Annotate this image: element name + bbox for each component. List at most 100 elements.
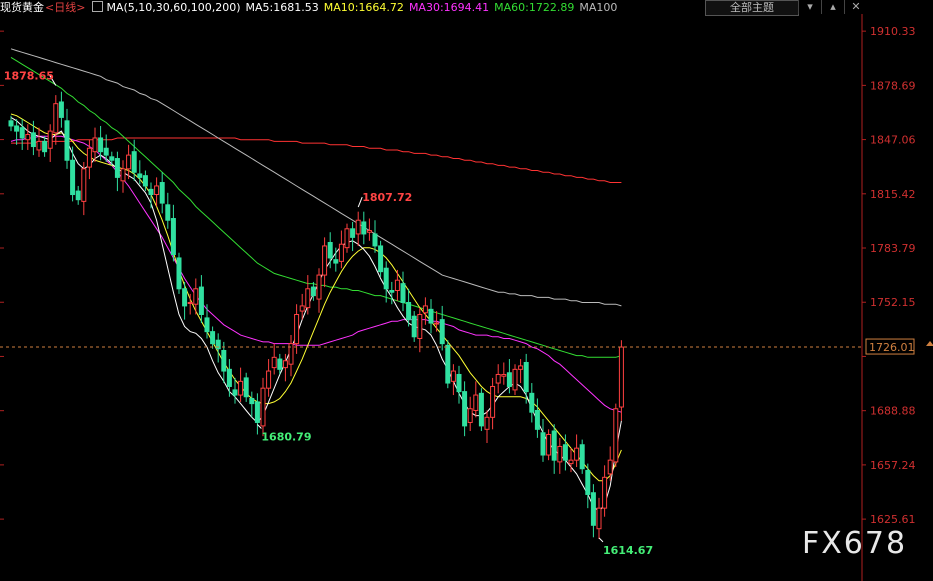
candle-up xyxy=(512,368,518,391)
candle-down xyxy=(445,344,451,384)
annotation-label: 1878.65 xyxy=(4,69,54,82)
candle-up xyxy=(322,245,328,276)
candle-down xyxy=(310,286,316,297)
candle-down xyxy=(176,257,182,290)
y-tick-label: 1752.15 xyxy=(870,296,916,309)
y-tick-label: 1625.61 xyxy=(870,513,916,526)
price-axis: 1910.33 1878.69 1847.06 1815.42 1783.79 1752.… xyxy=(0,25,933,526)
candle-up xyxy=(53,103,59,134)
candlestick-chart[interactable]: 1878.65 1807.72 1680.79 1614.67 1910.33 1878… xyxy=(0,0,933,581)
candle-down xyxy=(277,358,283,370)
candle-up xyxy=(596,507,602,530)
candle-down xyxy=(19,127,25,139)
candle-up xyxy=(366,230,372,233)
candle-up xyxy=(81,168,87,202)
candle-down xyxy=(456,373,462,393)
candle-down xyxy=(378,245,384,273)
candle-down xyxy=(400,283,406,303)
candle-down xyxy=(350,228,356,238)
candle-up xyxy=(557,445,563,463)
candle-up xyxy=(238,380,244,396)
candle-up xyxy=(120,168,126,182)
candle-down xyxy=(551,430,557,461)
y-tick-label: 1878.69 xyxy=(870,79,916,92)
candle-up xyxy=(126,154,132,170)
y-tick-label: 1688.88 xyxy=(870,405,916,418)
candle-up xyxy=(92,137,98,153)
candle-down xyxy=(439,319,445,345)
candle-up xyxy=(518,365,524,370)
candle-up xyxy=(495,373,501,384)
candle-down xyxy=(75,190,81,201)
candle-down xyxy=(30,132,36,148)
candle-down xyxy=(42,140,48,153)
candle-up xyxy=(344,228,350,249)
candle-up xyxy=(154,185,160,196)
candle-up xyxy=(47,130,53,149)
theme-dropdown-button[interactable]: 全部主题 xyxy=(705,0,799,16)
candle-down xyxy=(540,432,546,456)
candle-up xyxy=(501,373,507,377)
watermark-logo: FX678 xyxy=(802,526,908,561)
y-tick-label: 1910.33 xyxy=(870,25,916,38)
candle-down xyxy=(159,182,165,204)
candle-up xyxy=(271,356,277,369)
ma5-line xyxy=(10,116,622,513)
chevron-up-icon[interactable]: ▴ xyxy=(821,0,844,14)
candle-down xyxy=(361,221,367,235)
candle-down xyxy=(523,361,529,393)
candle-down xyxy=(109,156,115,161)
annotation-label: 1614.67 xyxy=(603,544,653,557)
ma30-value: MA30:1694.41 xyxy=(408,1,490,14)
candle-down xyxy=(131,151,137,173)
candle-down xyxy=(165,204,171,221)
candle-down xyxy=(243,377,249,398)
candle-up xyxy=(618,346,624,408)
candle-down xyxy=(98,137,104,153)
candle-up xyxy=(282,360,288,369)
ma-settings-icon[interactable] xyxy=(92,1,104,12)
annotation-label: 1680.79 xyxy=(261,431,311,444)
candle-down xyxy=(142,175,148,187)
close-icon[interactable]: ✕ xyxy=(844,0,867,14)
candle-up xyxy=(602,476,608,509)
candle-down xyxy=(148,188,154,196)
candle-up xyxy=(467,408,473,423)
candle-up xyxy=(450,370,456,382)
candle-down xyxy=(14,125,20,132)
candle-down xyxy=(462,391,468,427)
candle-up xyxy=(193,288,199,305)
candle-down xyxy=(232,389,238,396)
candle-down xyxy=(198,286,204,315)
ma100-value: MA100 xyxy=(579,1,618,14)
moving-averages xyxy=(10,48,622,513)
y-tick-label: 1657.24 xyxy=(870,459,916,472)
candle-down xyxy=(64,120,70,161)
candle-up xyxy=(355,219,361,235)
period-label[interactable]: <日线> xyxy=(45,0,85,15)
annotation-leader xyxy=(598,537,604,543)
candle-down xyxy=(8,120,14,127)
candle-up xyxy=(36,140,42,151)
ma60-line xyxy=(10,56,622,358)
candle-up xyxy=(473,394,479,411)
candle-down xyxy=(182,288,188,307)
symbol-label[interactable]: 现货黄金 xyxy=(0,0,44,15)
candle-down xyxy=(506,372,512,387)
candle-down xyxy=(372,233,378,247)
candle-down xyxy=(254,401,260,423)
candle-down xyxy=(204,317,210,333)
candle-up xyxy=(299,305,305,312)
ma-params-label[interactable]: MA(5,10,30,60,100,200) xyxy=(106,0,240,15)
candle-up xyxy=(266,370,272,389)
chevron-down-icon[interactable]: ▾ xyxy=(798,0,821,14)
candle-down xyxy=(579,444,585,470)
candle-down xyxy=(406,301,412,321)
candle-up xyxy=(294,313,300,345)
candle-up xyxy=(422,305,428,314)
chart-header: 现货黄金<日线> MA(5,10,30,60,100,200) MA5:1681.5… xyxy=(0,0,622,16)
candle-down xyxy=(210,331,216,345)
y-tick-label: 1815.42 xyxy=(870,188,916,201)
candle-down xyxy=(137,173,143,178)
candle-up xyxy=(434,322,440,325)
